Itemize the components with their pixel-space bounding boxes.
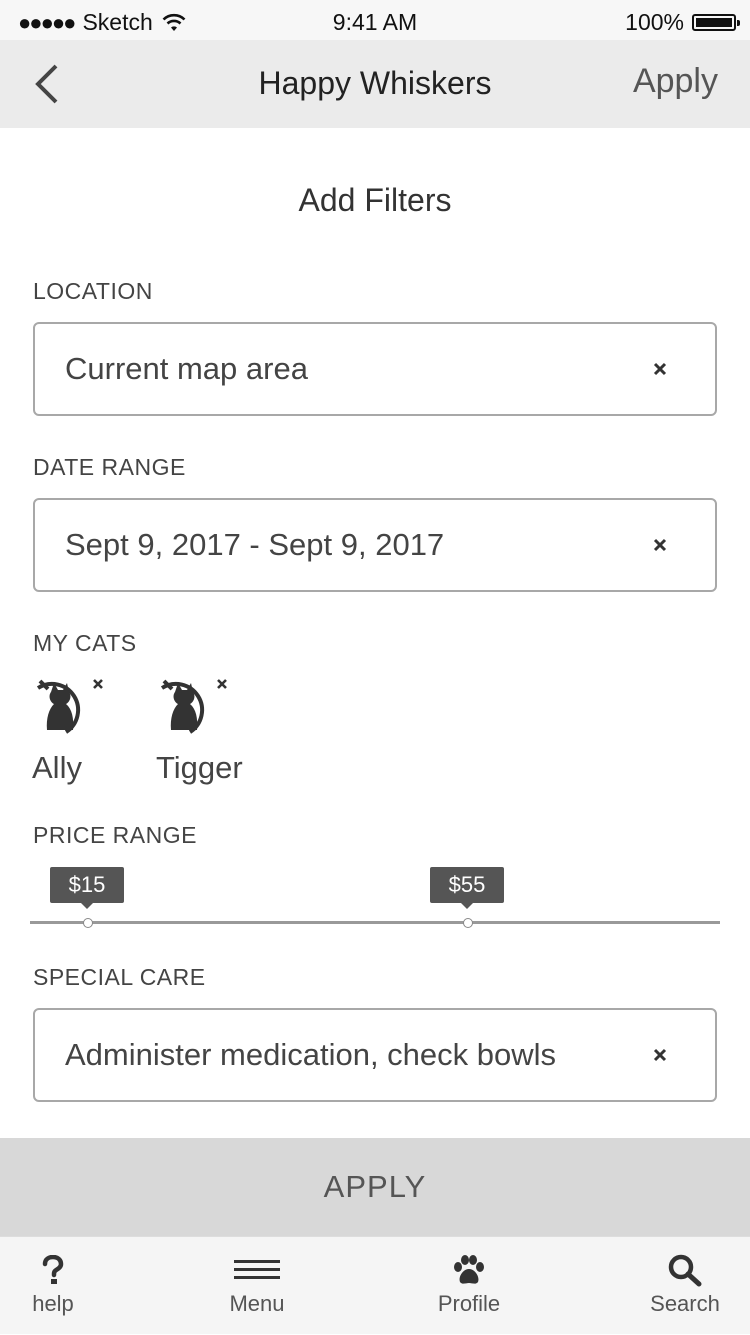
- menu-icon: [234, 1260, 280, 1279]
- question-icon: [42, 1255, 64, 1284]
- tab-profile[interactable]: Profile: [409, 1237, 529, 1335]
- paw-icon: [454, 1255, 484, 1284]
- special-care-label: SPECIAL CARE: [33, 964, 206, 990]
- price-range-label: PRICE RANGE: [33, 822, 197, 848]
- tab-search[interactable]: Search: [625, 1237, 745, 1335]
- battery-percent: 100%: [625, 9, 684, 35]
- battery-icon: [692, 14, 740, 31]
- tab-menu[interactable]: Menu: [197, 1237, 317, 1335]
- page-title: Add Filters: [298, 182, 452, 218]
- nav-bar: Happy Whiskers Apply: [0, 40, 750, 128]
- tab-label: Profile: [437, 1291, 501, 1316]
- nav-apply-button[interactable]: Apply: [633, 62, 718, 101]
- price-min-tag: $15: [50, 867, 124, 909]
- my-cats-label: MY CATS: [33, 630, 137, 656]
- tab-bar: help Menu Profile Search: [0, 1236, 750, 1334]
- remove-cat-icon[interactable]: [92, 678, 104, 690]
- special-care-value: Administer medication, check bowls: [65, 1037, 557, 1072]
- remove-cat-icon[interactable]: [216, 678, 228, 690]
- status-right: 100%: [625, 9, 740, 36]
- clear-special-care-icon[interactable]: [651, 1046, 669, 1064]
- price-max-tag: $55: [430, 867, 504, 909]
- date-range-field[interactable]: Sept 9, 2017 - Sept 9, 2017: [33, 498, 717, 592]
- date-range-label: DATE RANGE: [33, 454, 186, 480]
- status-bar: ●●●●● Sketch 9:41 AM 100%: [0, 0, 750, 40]
- location-value: Current map area: [65, 351, 308, 386]
- clear-location-icon[interactable]: [651, 360, 669, 378]
- search-icon: [668, 1254, 702, 1287]
- tab-label: help: [32, 1291, 74, 1316]
- location-label: LOCATION: [33, 278, 153, 304]
- clear-date-range-icon[interactable]: [651, 536, 669, 554]
- special-care-field[interactable]: Administer medication, check bowls: [33, 1008, 717, 1102]
- price-max-handle[interactable]: [463, 918, 473, 928]
- tab-label: Search: [650, 1291, 720, 1316]
- cat-name: Tigger: [156, 750, 243, 785]
- cat-icon: [36, 679, 81, 734]
- date-range-value: Sept 9, 2017 - Sept 9, 2017: [65, 527, 445, 562]
- apply-button[interactable]: APPLY: [0, 1138, 750, 1236]
- cat-icon: [160, 679, 205, 734]
- cat-name: Ally: [32, 750, 82, 785]
- tab-label: Menu: [229, 1291, 285, 1316]
- price-slider-track[interactable]: [30, 921, 720, 924]
- location-field[interactable]: Current map area: [33, 322, 717, 416]
- tab-help[interactable]: help: [0, 1237, 113, 1335]
- price-min-handle[interactable]: [83, 918, 93, 928]
